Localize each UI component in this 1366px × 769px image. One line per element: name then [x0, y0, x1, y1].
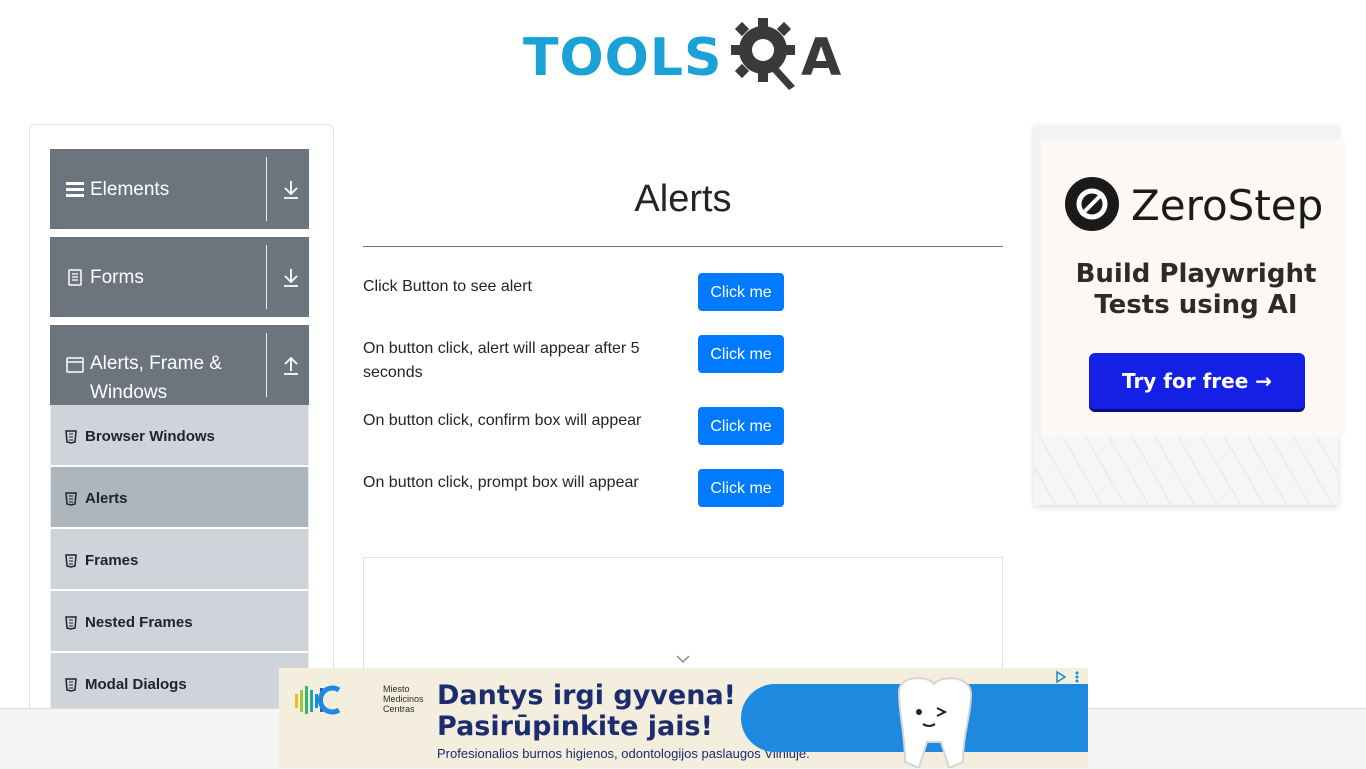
menu-list: Browser Windows Alerts Frames Nested Fra…: [50, 405, 309, 715]
toolsqa-logo[interactable]: TOOLS A: [523, 14, 853, 92]
group-elements[interactable]: Elements: [50, 149, 309, 229]
logo-a-letter: A: [801, 28, 842, 88]
gear-magnifier-icon: [731, 18, 795, 90]
sidebar-item-nested-frames[interactable]: Nested Frames: [50, 591, 309, 653]
banner-brand: Miesto Medicinos Centras: [383, 684, 424, 714]
html5-icon: [65, 492, 77, 506]
timer-alert-row-label: On button click, alert will appear after…: [363, 340, 640, 381]
group-label: Forms: [90, 267, 144, 288]
ad-brand: ZeroStep: [1131, 181, 1324, 230]
ad-tagline: Build Playwright Tests using AI: [1075, 259, 1317, 320]
group-alerts-frame-windows[interactable]: Alerts, Frame & Windows: [50, 325, 309, 405]
hamburger-icon: [66, 182, 84, 197]
divider: [266, 333, 267, 397]
group-label: Alerts, Frame & Windows: [90, 353, 222, 403]
download-arrow-icon[interactable]: [282, 267, 300, 289]
logo-text: TOOLS: [523, 28, 723, 88]
download-arrow-icon[interactable]: [282, 179, 300, 201]
html5-icon: [65, 430, 77, 444]
confirm-button[interactable]: Click me: [698, 407, 784, 445]
slashed-zero-icon: [1076, 188, 1108, 220]
document-icon: [68, 269, 82, 286]
banner-subline: Profesionalios burnos higienos, odontolo…: [437, 746, 810, 761]
divider: [266, 245, 267, 309]
divider: [266, 157, 267, 221]
timer-alert-button[interactable]: Click me: [698, 335, 784, 373]
confirm-row-label: On button click, confirm box will appear: [363, 412, 642, 429]
sidebar-item-browser-windows[interactable]: Browser Windows: [50, 405, 309, 467]
try-for-free-button[interactable]: Try for free →: [1089, 353, 1305, 409]
sidebar-item-alerts[interactable]: Alerts: [50, 467, 309, 529]
banner-headline-line2: Pasirūpinkite jais!: [437, 711, 713, 742]
adchoices-icon[interactable]: [1055, 670, 1085, 684]
sidebar-item-modal-dialogs[interactable]: Modal Dialogs: [50, 653, 309, 715]
window-icon: [66, 357, 84, 373]
sidebar: Elements Forms Alerts, Frame & Windows B…: [29, 124, 334, 746]
upload-arrow-icon[interactable]: [282, 355, 300, 377]
sidebar-item-label: Frames: [85, 552, 139, 569]
tooth-mascot-icon: [897, 677, 973, 768]
prompt-button[interactable]: Click me: [698, 469, 784, 507]
alert-row-label: Click Button to see alert: [363, 278, 532, 295]
sidebar-item-label: Modal Dialogs: [85, 676, 187, 693]
sidebar-item-frames[interactable]: Frames: [50, 529, 309, 591]
zerostep-ad[interactable]: ZeroStep Build Playwright Tests using AI…: [1034, 125, 1345, 505]
html5-icon: [65, 616, 77, 630]
ad-card: ZeroStep Build Playwright Tests using AI…: [1041, 139, 1345, 437]
dental-banner-ad[interactable]: Miesto Medicinos Centras Dantys irgi gyv…: [279, 668, 1088, 768]
zerostep-logo-icon: [1065, 177, 1119, 231]
banner-headline-line1: Dantys irgi gyvena!: [437, 680, 736, 711]
ad-pattern: [1034, 437, 1338, 505]
html5-icon: [65, 554, 77, 568]
group-label: Elements: [90, 179, 170, 200]
alert-button[interactable]: Click me: [698, 273, 784, 311]
mmc-logo-icon: [295, 685, 341, 715]
banner-headline: Dantys irgi gyvena! Pasirūpinkite jais!: [437, 680, 736, 742]
page-title: Alerts: [634, 178, 732, 220]
sidebar-item-label: Alerts: [85, 490, 128, 507]
sidebar-item-label: Browser Windows: [85, 428, 215, 445]
chevron-down-icon[interactable]: [675, 654, 691, 664]
group-forms[interactable]: Forms: [50, 237, 309, 317]
title-divider: [363, 246, 1003, 247]
prompt-row-label: On button click, prompt box will appear: [363, 474, 639, 491]
html5-icon: [65, 678, 77, 692]
sidebar-item-label: Nested Frames: [85, 614, 193, 631]
